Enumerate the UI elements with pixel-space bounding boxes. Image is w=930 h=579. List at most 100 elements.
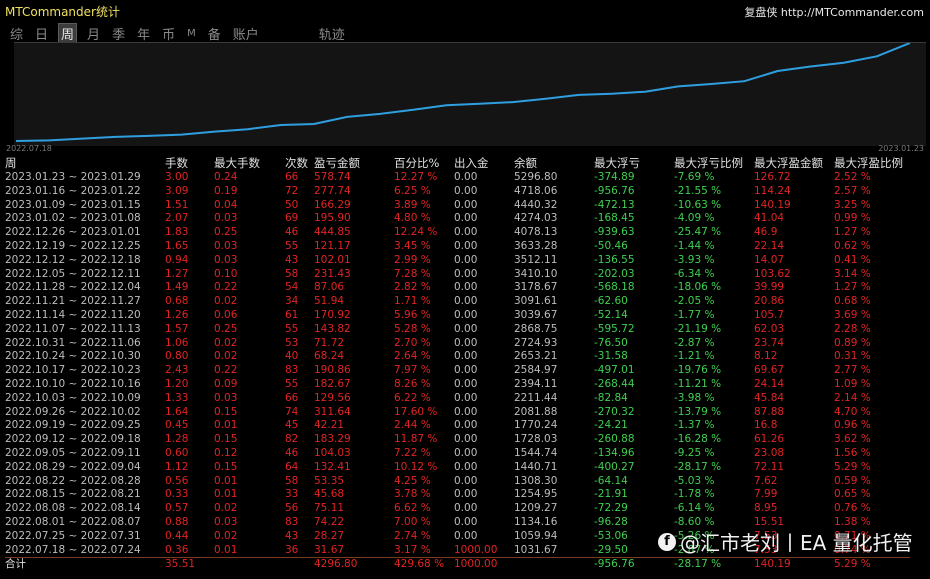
table-row[interactable]: 2022.09.19 ~ 2022.09.25 0.45 0.01 45 42.21 2.… <box>5 419 910 433</box>
table-row[interactable]: 2022.08.29 ~ 2022.09.04 1.12 0.15 64 132.41 1… <box>5 461 910 475</box>
table-row[interactable]: 2022.10.24 ~ 2022.10.30 0.80 0.02 40 68.24 2.… <box>5 350 910 364</box>
table-row[interactable]: 2023.01.02 ~ 2023.01.08 2.07 0.03 69 195.90 4… <box>5 212 910 226</box>
column-header[interactable]: 最大浮亏比例 <box>674 155 754 171</box>
table-cell: 0.09 <box>214 377 238 390</box>
table-cell: 0.00 <box>454 502 478 515</box>
column-header[interactable]: 最大浮盈金额 <box>754 155 834 171</box>
column-header[interactable]: 最大浮盈比例 <box>834 155 910 171</box>
column-header[interactable]: 出入金 <box>454 155 514 171</box>
table-row[interactable]: 2023.01.23 ~ 2023.01.29 3.00 0.24 66 578.74 1… <box>5 171 910 185</box>
table-cell: 2653.21 <box>514 350 558 363</box>
table-cell: 0.06 <box>214 308 238 321</box>
table-cell: 2724.93 <box>514 336 558 349</box>
table-cell: -64.14 <box>594 474 628 487</box>
table-cell: 140.19 <box>754 198 791 211</box>
table-row[interactable]: 2022.10.31 ~ 2022.11.06 1.06 0.02 53 71.72 2.… <box>5 337 910 351</box>
tab-5[interactable]: 年 <box>135 24 152 43</box>
table-row[interactable]: 2022.08.22 ~ 2022.08.28 0.56 0.01 58 53.35 4.… <box>5 475 910 489</box>
table-row[interactable]: 2023.01.09 ~ 2023.01.15 1.51 0.04 50 166.29 3… <box>5 199 910 213</box>
table-cell: -472.13 <box>594 198 635 211</box>
table-cell: -21.19 % <box>674 322 722 335</box>
column-header[interactable]: 手数 <box>165 155 214 171</box>
table-cell: 1209.27 <box>514 502 558 515</box>
tab-1[interactable]: 日 <box>33 24 50 43</box>
column-header[interactable]: 周 <box>5 155 165 171</box>
table-cell: 0.00 <box>454 446 478 459</box>
column-header[interactable]: 余额 <box>514 155 594 171</box>
tab-6[interactable]: 币 <box>160 24 177 43</box>
table-cell: 41.04 <box>754 212 785 225</box>
table-cell: 1059.94 <box>514 529 558 542</box>
table-cell: 16.8 <box>754 419 778 432</box>
table-cell: 0.00 <box>454 253 478 266</box>
table-cell: 3.14 % <box>834 267 871 280</box>
tab-8[interactable]: 备 <box>206 24 223 43</box>
table-row[interactable]: 2022.09.26 ~ 2022.10.02 1.64 0.15 74 311.64 1… <box>5 406 910 420</box>
column-header[interactable]: 盈亏金额 <box>314 155 394 171</box>
column-header[interactable]: 百分比% <box>394 155 454 171</box>
table-row[interactable]: 2022.08.15 ~ 2022.08.21 0.33 0.01 33 45.68 3.… <box>5 488 910 502</box>
table-cell: 2023.01.02 ~ 2023.01.08 <box>5 212 141 225</box>
table-cell: 8.26 % <box>394 377 431 390</box>
column-header[interactable]: 次数 <box>285 155 314 171</box>
table-cell: -568.18 <box>594 281 635 294</box>
tab-0[interactable]: 综 <box>8 24 25 43</box>
tab-3[interactable]: 月 <box>85 24 102 43</box>
table-cell: 6.22 % <box>394 391 431 404</box>
table-row[interactable]: 2022.12.12 ~ 2022.12.18 0.94 0.03 43 102.01 2… <box>5 254 910 268</box>
table-cell: 20.86 <box>754 295 785 308</box>
brand-link[interactable]: 复盘侠 http://MTCommander.com <box>744 4 924 20</box>
table-row[interactable]: 2022.11.21 ~ 2022.11.27 0.68 0.02 34 51.94 1.… <box>5 295 910 309</box>
table-cell: 46 <box>285 446 299 459</box>
tab-10[interactable]: 轨迹 <box>317 24 347 43</box>
tab-9[interactable]: 账户 <box>231 24 261 43</box>
table-cell: 4440.32 <box>514 198 558 211</box>
table-cell: 2.14 % <box>834 391 871 404</box>
column-header[interactable]: 最大手数 <box>214 155 285 171</box>
table-cell: 6.25 % <box>394 184 431 197</box>
table-cell: 72.11 <box>754 460 785 473</box>
table-cell: 0.89 % <box>834 336 871 349</box>
table-cell: 1000.00 <box>454 543 498 556</box>
table-row[interactable]: 2022.09.05 ~ 2022.09.11 0.60 0.12 46 104.03 7… <box>5 447 910 461</box>
table-row[interactable]: 2022.10.17 ~ 2022.10.23 2.43 0.22 83 190.86 7… <box>5 364 910 378</box>
table-cell: 10.12 % <box>394 460 438 473</box>
table-cell: 4078.13 <box>514 226 558 239</box>
table-cell: 1.49 <box>165 281 189 294</box>
table-cell: 0.00 <box>454 433 478 446</box>
table-cell: 0.59 % <box>834 474 871 487</box>
table-cell: 53 <box>285 336 299 349</box>
table-row[interactable]: 2022.10.10 ~ 2022.10.16 1.20 0.09 55 182.67 8… <box>5 378 910 392</box>
table-row[interactable]: 2022.12.05 ~ 2022.12.11 1.27 0.10 58 231.43 7… <box>5 268 910 282</box>
table-cell: 2022.10.17 ~ 2022.10.23 <box>5 364 141 377</box>
table-cell: 1.20 <box>165 377 189 390</box>
table-row[interactable]: 2022.09.12 ~ 2022.09.18 1.28 0.15 82 183.29 1… <box>5 433 910 447</box>
table-cell: 0.01 <box>214 419 238 432</box>
table-row[interactable]: 2022.12.19 ~ 2022.12.25 1.65 0.03 55 121.17 3… <box>5 240 910 254</box>
table-cell: 43 <box>285 529 299 542</box>
table-cell: 55 <box>285 239 299 252</box>
table-cell: 0.00 <box>454 308 478 321</box>
table-cell: 0.15 <box>214 460 238 473</box>
table-cell: 61 <box>285 308 299 321</box>
table-row[interactable]: 2022.11.07 ~ 2022.11.13 1.57 0.25 55 143.82 5… <box>5 323 910 337</box>
table-cell: 0.00 <box>454 322 478 335</box>
table-cell: 0.00 <box>454 460 478 473</box>
table-cell: 1.83 <box>165 226 189 239</box>
table-row[interactable]: 2023.01.16 ~ 2023.01.22 3.09 0.19 72 277.74 6… <box>5 185 910 199</box>
table-cell: 31.67 <box>314 543 345 556</box>
table-cell: 54 <box>285 281 299 294</box>
table-row[interactable]: 2022.10.03 ~ 2022.10.09 1.33 0.03 66 129.56 6… <box>5 392 910 406</box>
table-cell: 3.45 % <box>394 239 431 252</box>
column-header[interactable]: 最大浮亏 <box>594 155 674 171</box>
table-row[interactable]: 2022.12.26 ~ 2023.01.01 1.83 0.25 46 444.85 1… <box>5 226 910 240</box>
tab-4[interactable]: 季 <box>110 24 127 43</box>
table-row[interactable]: 2022.08.08 ~ 2022.08.14 0.57 0.02 56 75.11 6.… <box>5 502 910 516</box>
tab-2[interactable]: 周 <box>58 22 78 44</box>
total-cell: -28.17 % <box>674 558 722 571</box>
table-row[interactable]: 2022.11.28 ~ 2022.12.04 1.49 0.22 54 87.06 2.… <box>5 281 910 295</box>
table-row[interactable]: 2022.11.14 ~ 2022.11.20 1.26 0.06 61 170.92 5… <box>5 309 910 323</box>
total-cell: 140.19 <box>754 558 791 571</box>
table-cell: -16.28 % <box>674 433 722 446</box>
tab-7[interactable]: M <box>185 28 198 39</box>
